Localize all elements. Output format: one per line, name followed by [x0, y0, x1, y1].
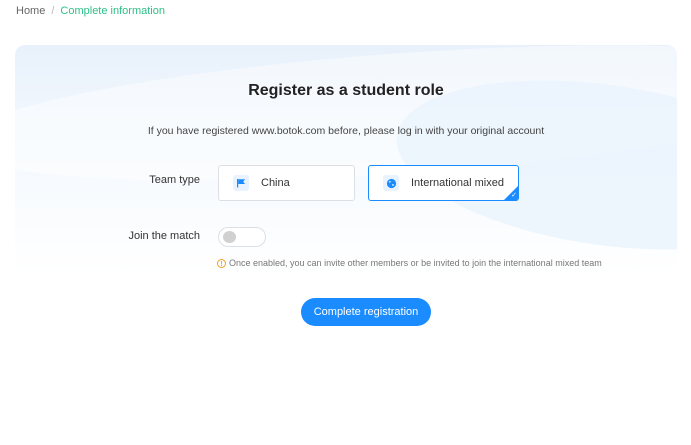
team-type-label: Team type — [149, 174, 200, 186]
info-icon: ! — [217, 258, 226, 268]
breadcrumb-home-link[interactable]: Home — [16, 5, 45, 17]
team-type-option-label: International mixed — [411, 177, 504, 189]
flag-icon — [233, 175, 249, 191]
switch-knob — [223, 231, 236, 243]
breadcrumb: Home / Complete information — [16, 5, 165, 17]
breadcrumb-current: Complete information — [60, 5, 165, 17]
breadcrumb-separator: / — [51, 5, 55, 17]
team-type-option-international-mixed[interactable]: International mixed ✓ — [368, 165, 519, 201]
page-title: Register as a student role — [248, 82, 444, 99]
join-match-hint-text: Once enabled, you can invite other membe… — [229, 258, 602, 268]
join-match-label: Join the match — [128, 230, 200, 242]
team-type-option-china[interactable]: China — [218, 165, 355, 201]
login-notice: If you have registered www.botok.com bef… — [147, 125, 545, 137]
registration-card: Register as a student role If you have r… — [15, 45, 677, 445]
check-icon: ✓ — [511, 192, 517, 199]
globe-icon — [383, 175, 399, 191]
complete-registration-button[interactable]: Complete registration — [301, 298, 431, 326]
join-match-hint: ! Once enabled, you can invite other mem… — [217, 258, 602, 268]
team-type-option-label: China — [261, 177, 290, 189]
join-match-switch[interactable] — [218, 227, 266, 247]
